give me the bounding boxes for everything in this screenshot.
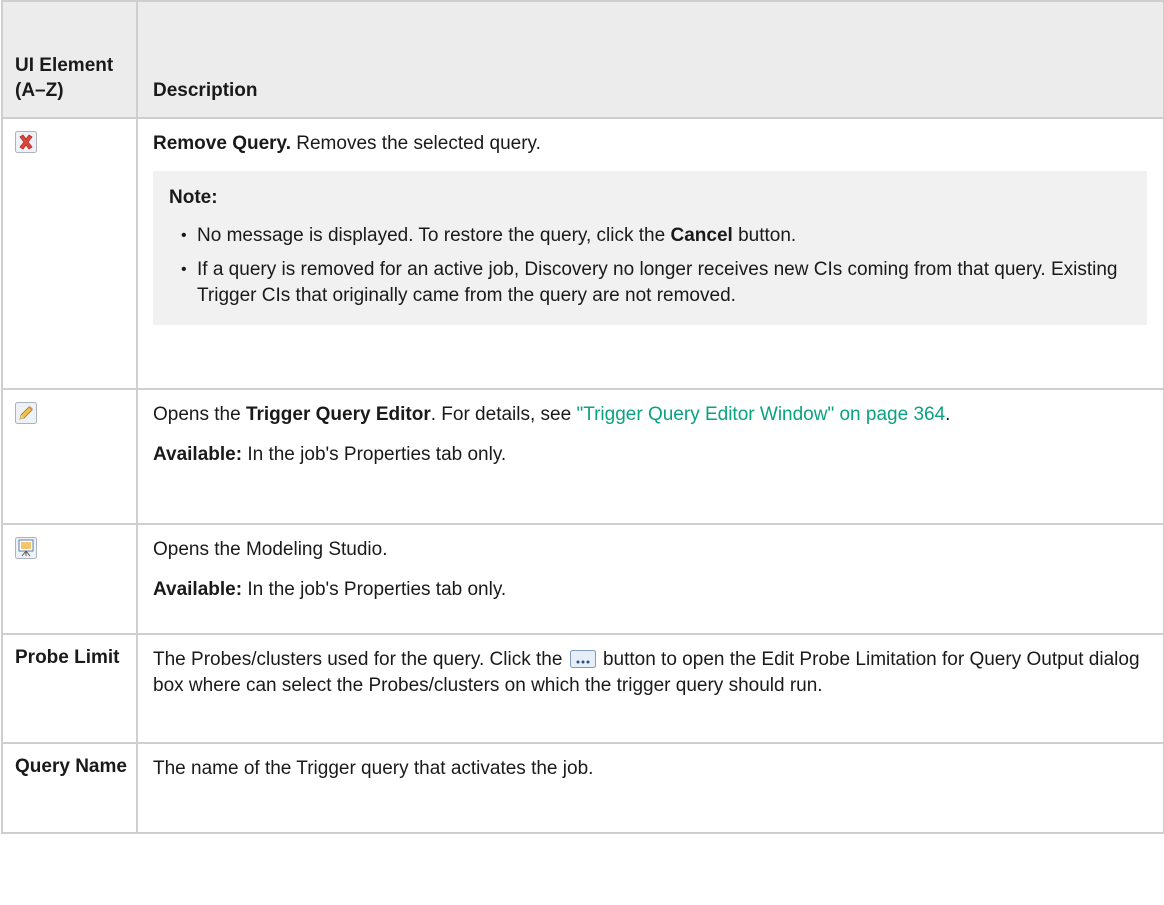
description-text: Opens the: [153, 404, 246, 425]
query-name-text: The name of the Trigger query that activ…: [153, 758, 594, 779]
header-ui-element: UI Element (A–Z): [1, 0, 138, 119]
element-cell: [1, 388, 138, 525]
note-title: Note:: [169, 187, 218, 208]
description-text: . For details, see: [430, 404, 577, 425]
note-item-text: No message is displayed. To restore the …: [197, 225, 671, 246]
element-cell: [1, 117, 138, 390]
available-label: Available:: [153, 579, 243, 600]
available-text: In the job's Properties tab only.: [242, 579, 507, 600]
table-row: Remove Query. Removes the selected query…: [1, 117, 1164, 390]
table-header-row: UI Element (A–Z) Description: [1, 0, 1164, 119]
note-item: No message is displayed. To restore the …: [181, 223, 1131, 249]
description-cell: The name of the Trigger query that activ…: [136, 742, 1164, 834]
table-row: Opens the Trigger Query Editor. For deta…: [1, 388, 1164, 525]
element-cell: Query Name: [1, 742, 138, 834]
modeling-studio-icon: [15, 537, 37, 559]
description-text: .: [945, 404, 951, 425]
trigger-query-editor-label: Trigger Query Editor: [245, 404, 431, 425]
note-item-text: button.: [732, 225, 797, 246]
trigger-query-editor-link[interactable]: "Trigger Query Editor Window" on page 36…: [576, 404, 945, 425]
table-row: Probe Limit The Probes/clusters used for…: [1, 633, 1164, 744]
description-cell: Opens the Trigger Query Editor. For deta…: [136, 388, 1164, 525]
note-item: If a query is removed for an active job,…: [181, 257, 1131, 309]
remove-query-icon: [15, 131, 37, 153]
edit-pencil-icon: [15, 402, 37, 424]
description-cell: Opens the Modeling Studio. Available: In…: [136, 523, 1164, 635]
cancel-label: Cancel: [670, 225, 733, 246]
available-text: In the job's Properties tab only.: [242, 444, 507, 465]
table-row: Query Name The name of the Trigger query…: [1, 742, 1164, 834]
description-cell: The Probes/clusters used for the query. …: [136, 633, 1164, 744]
note-item-text: If a query is removed for an active job,…: [197, 259, 1118, 306]
modeling-studio-text: Opens the Modeling Studio.: [153, 539, 388, 560]
remove-query-text: Removes the selected query.: [290, 133, 541, 154]
header-description: Description: [136, 0, 1164, 119]
element-cell: [1, 523, 138, 635]
ellipsis-button-icon: [569, 650, 596, 668]
remove-query-title: Remove Query.: [153, 133, 291, 154]
description-cell: Remove Query. Removes the selected query…: [136, 117, 1164, 390]
description-text: The Probes/clusters used for the query. …: [153, 649, 568, 670]
table-row: Opens the Modeling Studio. Available: In…: [1, 523, 1164, 635]
element-cell: Probe Limit: [1, 633, 138, 744]
note-box: Note: No message is displayed. To restor…: [153, 171, 1147, 325]
ui-elements-table: UI Element (A–Z) Description Remove Quer…: [1, 0, 1164, 834]
available-label: Available:: [153, 444, 243, 465]
note-list: No message is displayed. To restore the …: [169, 223, 1131, 309]
